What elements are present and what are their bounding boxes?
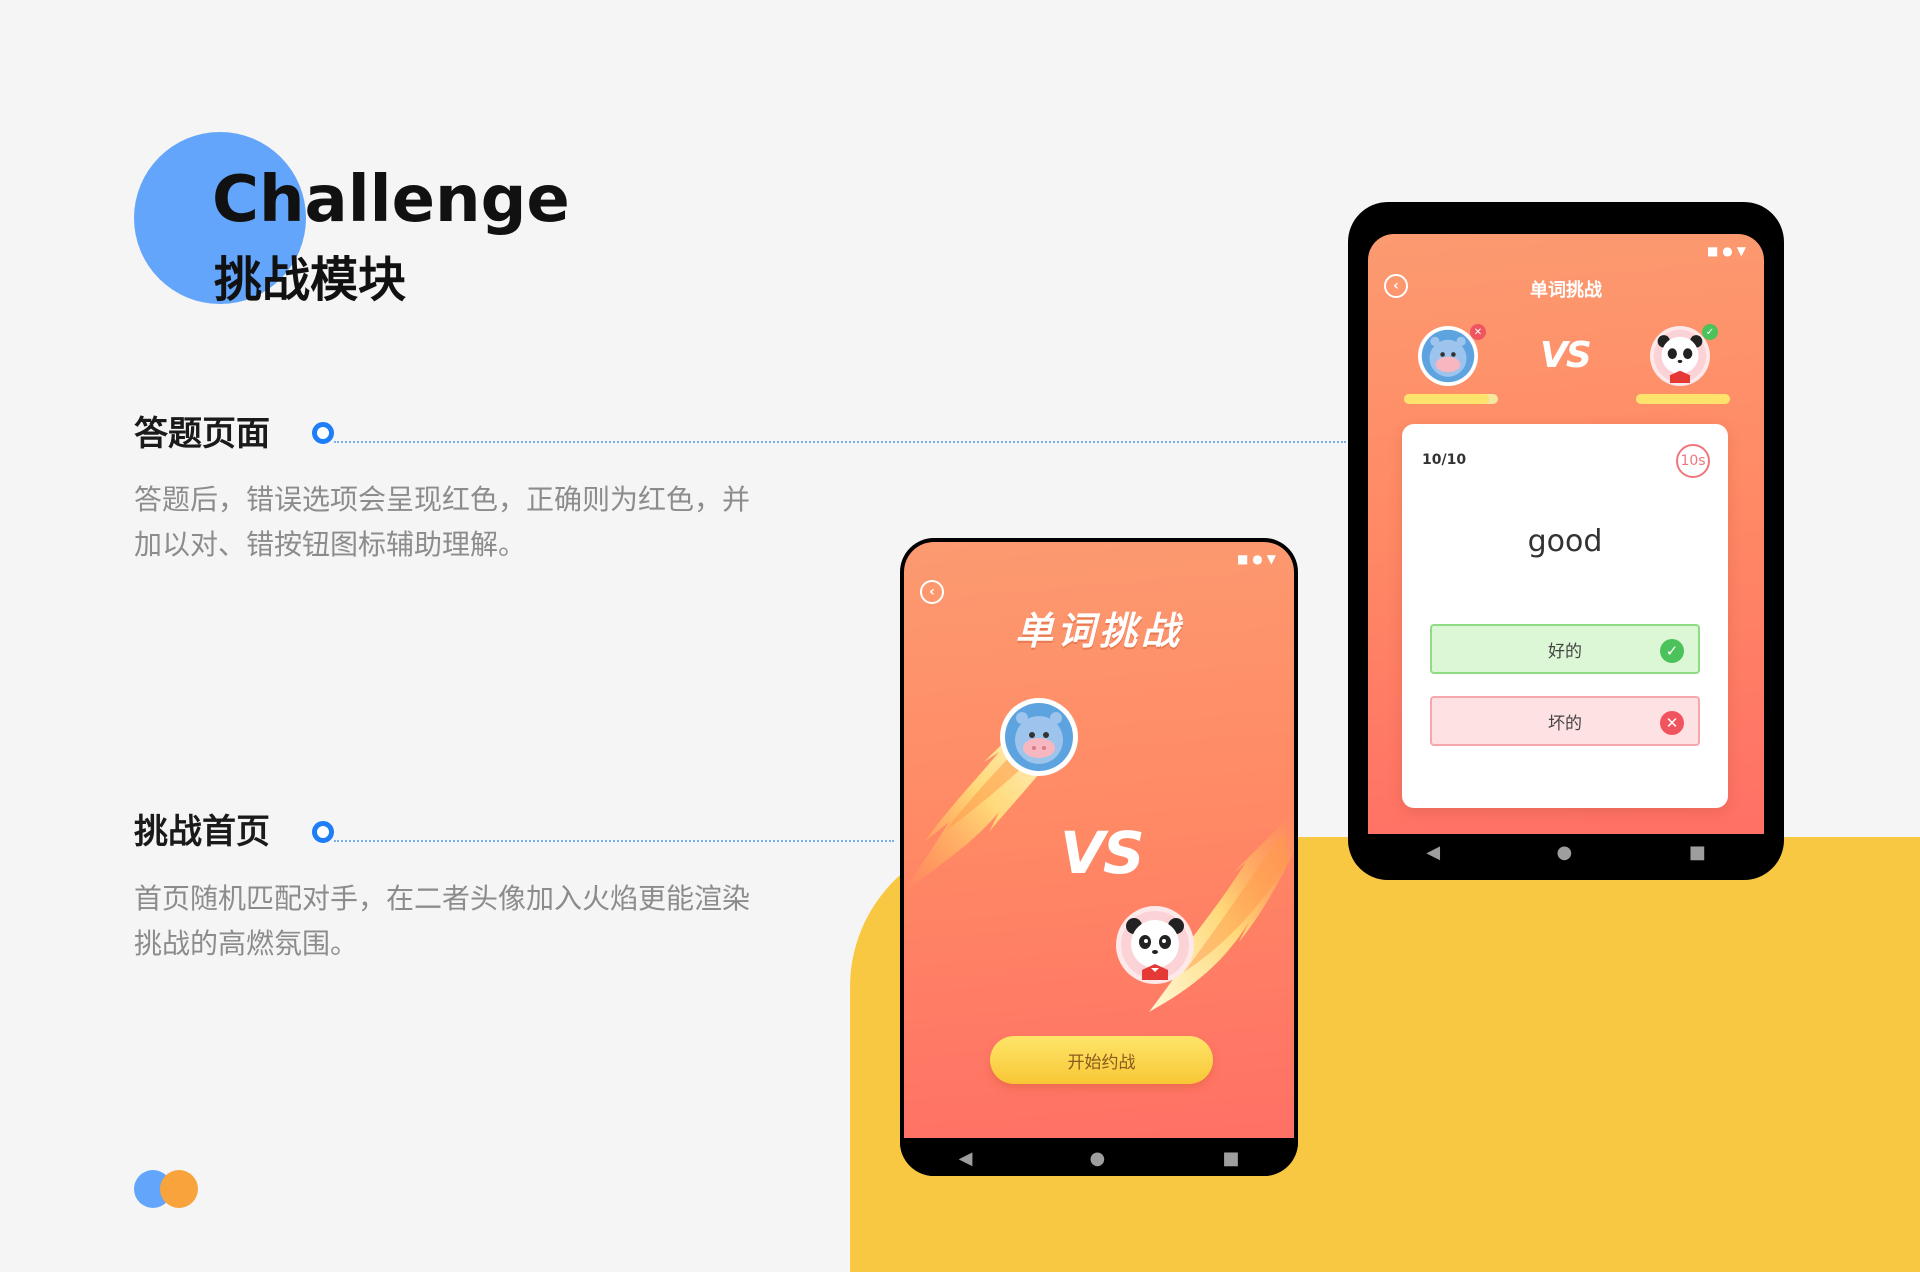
hippo-icon (1421, 329, 1475, 383)
android-nav-bar: ◀ ● ■ (900, 1140, 1298, 1176)
signal-dot-icon: ● (1252, 552, 1267, 566)
battery-icon: ■ (1236, 552, 1253, 566)
option-wrong[interactable]: 坏的 ✕ (1430, 696, 1700, 746)
phone-frame-quiz: ■●▼ ‹ 单词挑战 ✕ VS ✓ 10/10 10s good 好的 ✓ 坏的… (1348, 202, 1784, 880)
panda-avatar (1116, 906, 1194, 984)
nav-home-icon[interactable]: ● (1090, 1148, 1106, 1169)
nav-back-icon[interactable]: ◀ (1426, 842, 1440, 863)
quiz-vs-text: VS (1540, 335, 1592, 376)
connector-line-quiz (334, 441, 1346, 443)
panda-avatar (1650, 326, 1710, 386)
left-player-progress (1404, 394, 1498, 404)
connector-line-home (334, 840, 894, 842)
section-desc-home-line2: 挑战的高燃氛围。 (134, 927, 359, 960)
signal-dot-icon: ● (1722, 244, 1737, 258)
wrong-badge-icon: ✕ (1470, 324, 1486, 340)
section-marker-quiz (312, 422, 334, 444)
section-title-quiz: 答题页面 (134, 414, 270, 454)
section-desc-quiz-line2: 加以对、错按钮图标辅助理解。 (134, 528, 527, 561)
home-title: 单词挑战 (1014, 609, 1183, 653)
section-desc-home: 首页随机匹配对手，在二者头像加入火焰更能渲染 挑战的高燃氛围。 (134, 876, 814, 966)
chevron-left-icon: ‹ (929, 584, 935, 600)
option-label: 坏的 (1548, 713, 1582, 734)
section-desc-quiz-line1: 答题后，错误选项会呈现红色，正确则为红色，并 (134, 483, 751, 516)
countdown-timer: 10s (1676, 444, 1710, 478)
start-challenge-button[interactable]: 开始约战 (990, 1036, 1213, 1084)
nav-recents-icon[interactable]: ■ (1222, 1148, 1239, 1169)
page-title-en: Challenge (212, 163, 570, 237)
option-label: 好的 (1548, 641, 1582, 662)
home-vs-text: VS (1060, 819, 1145, 887)
section-desc-home-line1: 首页随机匹配对手，在二者头像加入火焰更能渲染 (134, 882, 751, 915)
wifi-icon: ▼ (1266, 552, 1280, 566)
home-screen: ■●▼ ‹ 单词挑战 VS 开始约战 (904, 542, 1294, 1138)
panda-icon (1653, 329, 1707, 383)
quiz-card: 10/10 10s good 好的 ✓ 坏的 ✕ (1402, 424, 1728, 808)
left-player-progress-fill (1404, 394, 1489, 404)
section-desc-quiz: 答题后，错误选项会呈现红色，正确则为红色，并 加以对、错按钮图标辅助理解。 (134, 477, 814, 567)
option-correct[interactable]: 好的 ✓ (1430, 624, 1700, 674)
right-player-progress-fill (1636, 394, 1730, 404)
android-nav-bar: ◀ ● ■ (1368, 834, 1764, 870)
battery-icon: ■ (1706, 244, 1723, 258)
status-bar-icons: ■●▼ (1707, 244, 1750, 258)
nav-recents-icon[interactable]: ■ (1689, 842, 1706, 863)
nav-back-icon[interactable]: ◀ (959, 1148, 973, 1169)
question-counter: 10/10 (1422, 452, 1467, 468)
phone-frame-home: ■●▼ ‹ 单词挑战 VS 开始约战 ◀ ● ■ (900, 538, 1298, 1176)
panda-icon (1121, 911, 1189, 980)
hippo-avatar (1000, 698, 1078, 776)
decorative-dot-orange (160, 1170, 198, 1208)
hippo-avatar (1418, 326, 1478, 386)
check-icon: ✓ (1660, 639, 1684, 663)
section-title-home: 挑战首页 (134, 812, 270, 852)
section-marker-home (312, 821, 334, 843)
nav-home-icon[interactable]: ● (1557, 842, 1573, 863)
question-word: good (1527, 524, 1603, 559)
status-bar-icons: ■●▼ (1237, 552, 1280, 566)
hippo-icon (1005, 703, 1073, 771)
wifi-icon: ▼ (1736, 244, 1750, 258)
page-title-cn: 挑战模块 (214, 252, 407, 308)
correct-badge-icon: ✓ (1702, 324, 1718, 340)
quiz-title: 单词挑战 (1530, 280, 1602, 301)
right-player-progress (1636, 394, 1730, 404)
close-icon: ✕ (1660, 711, 1684, 735)
quiz-screen: ■●▼ ‹ 单词挑战 ✕ VS ✓ 10/10 10s good 好的 ✓ 坏的… (1368, 234, 1764, 834)
